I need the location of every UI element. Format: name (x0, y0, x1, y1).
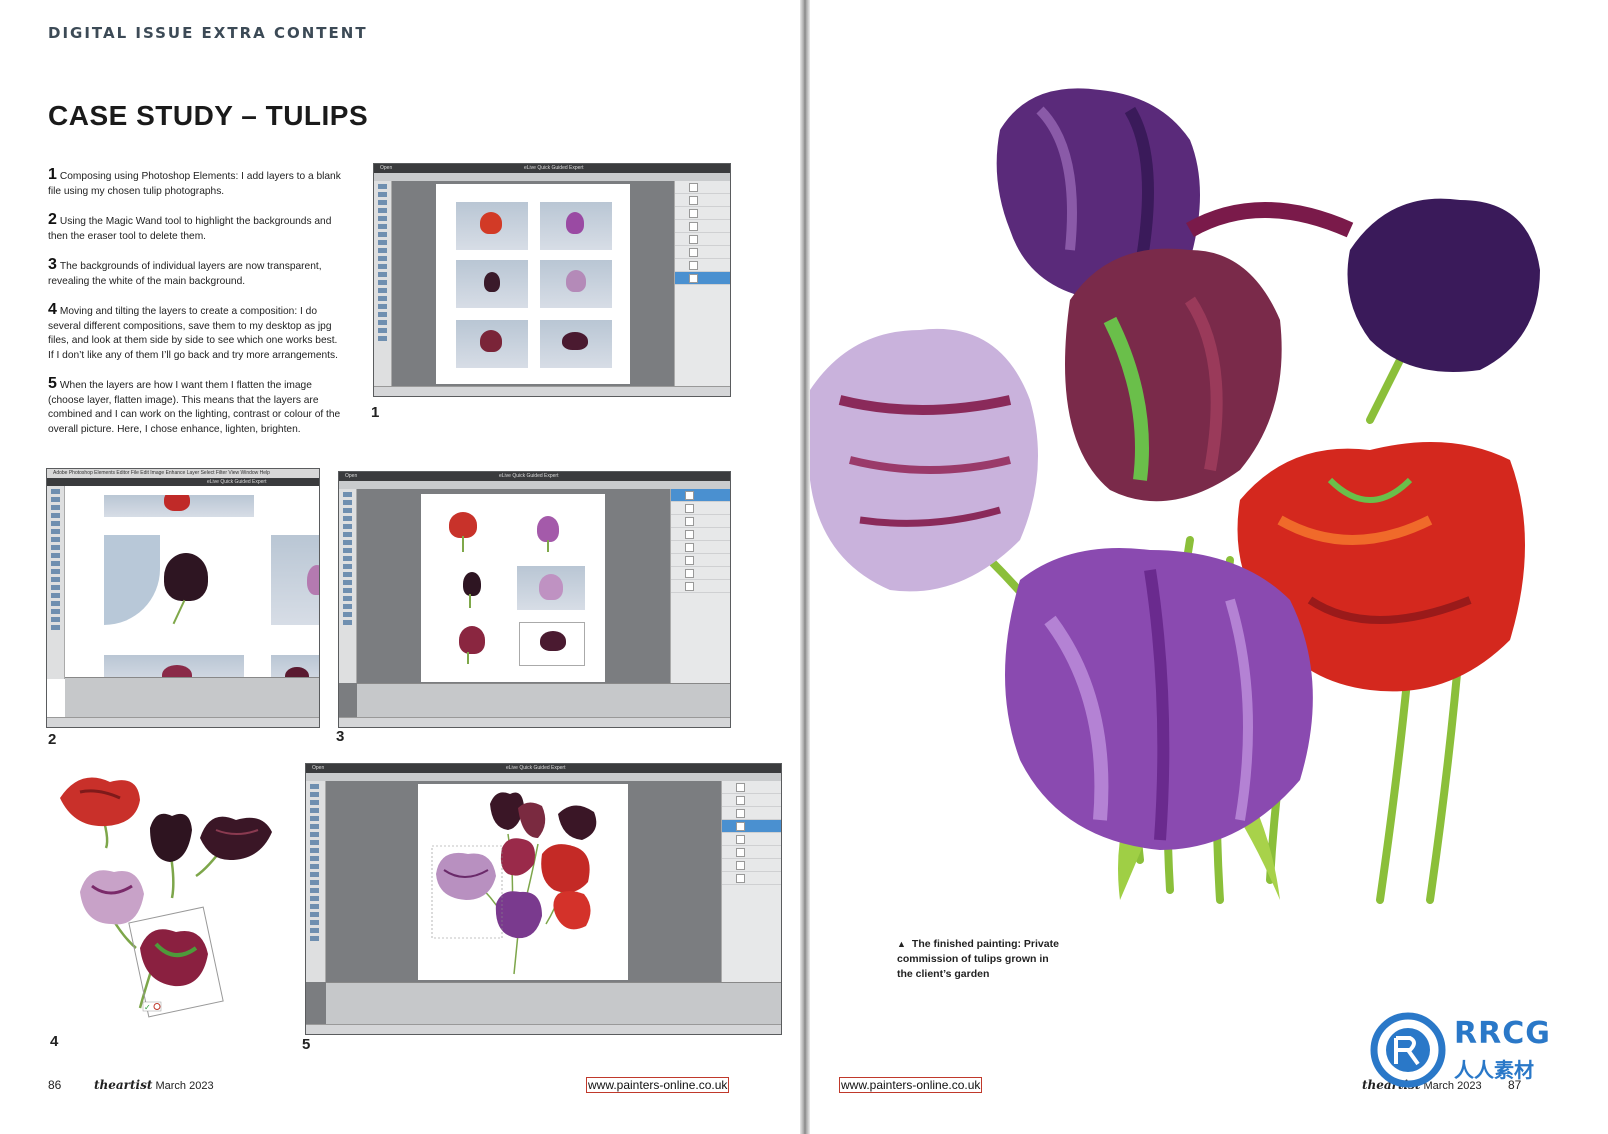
mode-tabs: eLive Quick Guided Expert (506, 765, 566, 771)
mode-bar: eLive Quick Guided Expert (47, 478, 319, 486)
step-1: 1 Composing using Photoshop Elements: I a… (48, 166, 344, 199)
spine-gutter (800, 0, 810, 1134)
tool-options (326, 982, 781, 1024)
app-menu: Adobe Photoshop Elements Editor File Edi… (53, 470, 270, 476)
watermark-text: RRCG (1454, 1016, 1551, 1051)
document-canvas (418, 784, 628, 980)
issue-date: March 2023 (155, 1080, 214, 1092)
step-number: 5 (48, 375, 57, 392)
step-number: 2 (48, 211, 57, 228)
document-tabs (374, 173, 730, 181)
tool-options (357, 683, 730, 717)
mode-tabs: eLive Quick Guided Expert (207, 479, 267, 485)
figure-label-2: 2 (48, 731, 57, 748)
document-canvas (436, 184, 630, 384)
toolbox (306, 781, 326, 982)
step-text: The backgrounds of individual layers are… (48, 261, 322, 287)
bottom-bar (47, 717, 319, 727)
screenshot-3: Open eLive Quick Guided Expert (338, 471, 731, 728)
step-2: 2 Using the Magic Wand tool to highlight … (48, 211, 344, 244)
step-text: Moving and tilting the layers to create … (48, 306, 338, 361)
menu-bar: Open eLive Quick Guided Expert (339, 472, 730, 481)
step-5: 5 When the layers are how I want them I f… (48, 375, 344, 437)
svg-text:✓: ✓ (144, 1003, 151, 1012)
mode-tabs: eLive Quick Guided Expert (524, 165, 584, 171)
watermark-logo: RRCG 人人素材 (1368, 1010, 1568, 1090)
composition-figure-4: ✓ (40, 768, 300, 1028)
layers-panel (674, 181, 730, 386)
open-label: Open (380, 165, 393, 171)
page-title: CASE STUDY – TULIPS (48, 100, 369, 131)
watermark-subtext: 人人素材 (1454, 1058, 1534, 1082)
tulip-composition-image: ✓ (60, 777, 272, 1018)
composition-preview (431, 792, 597, 975)
toolbox (47, 486, 65, 679)
document-tabs (339, 481, 730, 489)
website-link-right[interactable]: www.painters-online.co.uk (839, 1077, 983, 1093)
layers-panel (721, 781, 781, 982)
step-number: 4 (48, 301, 57, 318)
step-3: 3 The backgrounds of individual layers ar… (48, 256, 344, 289)
step-number: 1 (48, 166, 57, 183)
screenshot-1: Open eLive Quick Guided Expert (373, 163, 731, 397)
document-canvas (421, 494, 605, 682)
brand-artist: artist (115, 1078, 153, 1092)
figure-label-5: 5 (302, 1036, 311, 1053)
page-number-left: 86 (48, 1078, 62, 1092)
document-tabs (306, 773, 781, 781)
brand-the: the (94, 1078, 116, 1092)
toolbox (374, 181, 392, 386)
menu-bar: Open eLive Quick Guided Expert (306, 764, 781, 773)
bottom-bar (374, 386, 730, 396)
step-4: 4 Moving and tilting the layers to create… (48, 301, 344, 363)
open-label: Open (312, 765, 325, 771)
painting-caption: ▲ The finished painting: Private commissi… (897, 937, 1067, 982)
figure-label-3: 3 (336, 728, 345, 745)
mode-tabs: eLive Quick Guided Expert (499, 473, 559, 479)
figure-label-4: 4 (50, 1033, 59, 1050)
bottom-bar (339, 717, 730, 727)
document-canvas (66, 495, 319, 685)
toolbox (339, 489, 357, 683)
step-text: When the layers are how I want them I fl… (48, 380, 341, 435)
step-text: Using the Magic Wand tool to highlight t… (48, 216, 332, 242)
step-number: 3 (48, 256, 57, 273)
figure-label-1: 1 (371, 404, 380, 421)
open-label: Open (345, 473, 358, 479)
step-text: Composing using Photoshop Elements: I ad… (48, 171, 341, 197)
steps-list: 1 Composing using Photoshop Elements: I a… (48, 166, 344, 451)
screenshot-5: Open eLive Quick Guided Expert (305, 763, 782, 1035)
left-page: DIGITAL ISSUE EXTRA CONTENT CASE STUDY –… (0, 0, 800, 1134)
magazine-brand-left: theartist March 2023 (94, 1078, 214, 1092)
website-link-left[interactable]: www.painters-online.co.uk (586, 1077, 730, 1093)
screenshot-2: Adobe Photoshop Elements Editor File Edi… (46, 468, 320, 728)
tool-options (65, 677, 319, 717)
section-kicker: DIGITAL ISSUE EXTRA CONTENT (48, 24, 368, 42)
menu-bar: Open eLive Quick Guided Expert (374, 164, 730, 173)
caption-marker-icon: ▲ (897, 939, 906, 949)
layers-panel (670, 489, 730, 683)
menu-bar: Adobe Photoshop Elements Editor File Edi… (47, 469, 319, 478)
bottom-bar (306, 1024, 781, 1034)
caption-text: The finished painting: Private commissio… (897, 938, 1059, 980)
